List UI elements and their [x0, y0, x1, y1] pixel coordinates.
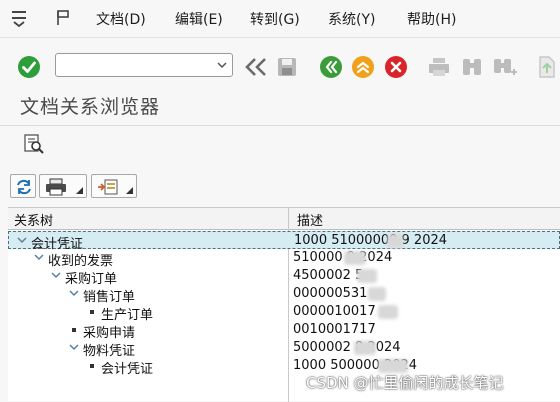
first-page-icon[interactable] — [535, 55, 560, 79]
table-header: 关系树 描述 — [8, 208, 560, 230]
expand-arrow-icon[interactable] — [69, 342, 79, 352]
history-dropdown-icon[interactable] — [217, 62, 227, 69]
page-title: 文档关系浏览器 — [20, 96, 161, 118]
redacted-mark — [387, 234, 403, 248]
column-header-description[interactable]: 描述 — [297, 210, 323, 229]
refresh-icon — [17, 179, 31, 195]
menu-system[interactable]: 系统(Y) — [328, 9, 375, 29]
row-description: 0000010017 — [293, 304, 376, 319]
menu-edit[interactable]: 编辑(E) — [175, 9, 223, 29]
print-menu-button[interactable] — [39, 174, 87, 198]
row-description: 1000 51000000 9 2024 — [294, 233, 448, 248]
menu-help[interactable]: 帮助(H) — [407, 9, 456, 29]
expand-arrow-icon[interactable] — [51, 270, 61, 280]
redacted-mark — [344, 251, 366, 265]
printer-icon — [46, 178, 66, 196]
tree-row-purchase-requisition[interactable]: 采购申请 0010001717 — [8, 321, 560, 341]
export-menu-button[interactable] — [91, 174, 137, 198]
dropdown-triangle-icon — [126, 187, 133, 194]
cancel-icon[interactable] — [384, 55, 408, 79]
redacted-mark — [368, 287, 386, 301]
expand-arrow-icon[interactable] — [17, 235, 27, 245]
tree-row-received-invoice[interactable]: 收到的发票 510000 9 2024 — [8, 249, 560, 269]
display-change-icon[interactable] — [22, 133, 44, 155]
leaf-bullet-icon — [90, 310, 94, 314]
print-icon[interactable] — [427, 56, 451, 78]
row-description: 4500002 5 — [293, 268, 364, 283]
command-input[interactable] — [60, 56, 210, 74]
find-icon[interactable] — [460, 56, 484, 78]
back-double-chevron-icon[interactable] — [243, 56, 269, 78]
redacted-mark — [357, 269, 377, 283]
leaf-bullet-icon — [72, 328, 76, 332]
tree-row-material-doc[interactable]: 物料凭证 5000002 8 2024 — [8, 339, 560, 359]
refresh-button[interactable] — [10, 174, 36, 198]
exit-icon[interactable] — [351, 55, 375, 79]
tree-row-purchase-order[interactable]: 采购订单 4500002 5 — [8, 267, 560, 287]
tree-row-sales-order[interactable]: 销售订单 000000531 — [8, 285, 560, 305]
redacted-mark — [354, 341, 376, 355]
row-description: 000000531 — [293, 286, 368, 301]
save-icon[interactable] — [276, 56, 298, 78]
leaf-bullet-icon — [90, 364, 94, 368]
expand-arrow-icon[interactable] — [69, 288, 79, 298]
back-icon[interactable] — [319, 55, 343, 79]
layout-menu-icon[interactable] — [55, 9, 73, 27]
redacted-mark — [378, 359, 408, 373]
menu-bar: 文档(D) 编辑(E) 转到(G) 系统(Y) 帮助(H) — [0, 0, 560, 38]
expand-arrow-icon[interactable] — [34, 252, 44, 262]
watermark: CSDN @忙里偷闲的成长笔记 — [306, 374, 504, 392]
menu-toggle-icon[interactable] — [10, 9, 28, 27]
title-divider — [0, 125, 560, 126]
dropdown-triangle-icon — [76, 187, 83, 194]
row-description: 510000 9 2024 — [293, 250, 393, 265]
enter-icon[interactable] — [17, 55, 41, 79]
redacted-mark — [378, 305, 398, 319]
row-description: 5000002 8 2024 — [293, 340, 401, 355]
tree-row-accounting-doc[interactable]: 会计凭证 1000 51000000 9 2024 — [8, 231, 560, 252]
menu-goto[interactable]: 转到(G) — [250, 9, 300, 29]
find-next-icon[interactable] — [492, 56, 518, 78]
menu-document[interactable]: 文档(D) — [96, 9, 146, 29]
tree-row-production-order[interactable]: 生产订单 0000010017 — [8, 303, 560, 323]
row-description: 0010001717 — [293, 322, 376, 337]
column-header-tree[interactable]: 关系树 — [14, 210, 53, 229]
export-icon — [98, 179, 118, 195]
tree-node-label: 会计凭证 — [101, 362, 154, 377]
command-field[interactable] — [55, 53, 233, 77]
